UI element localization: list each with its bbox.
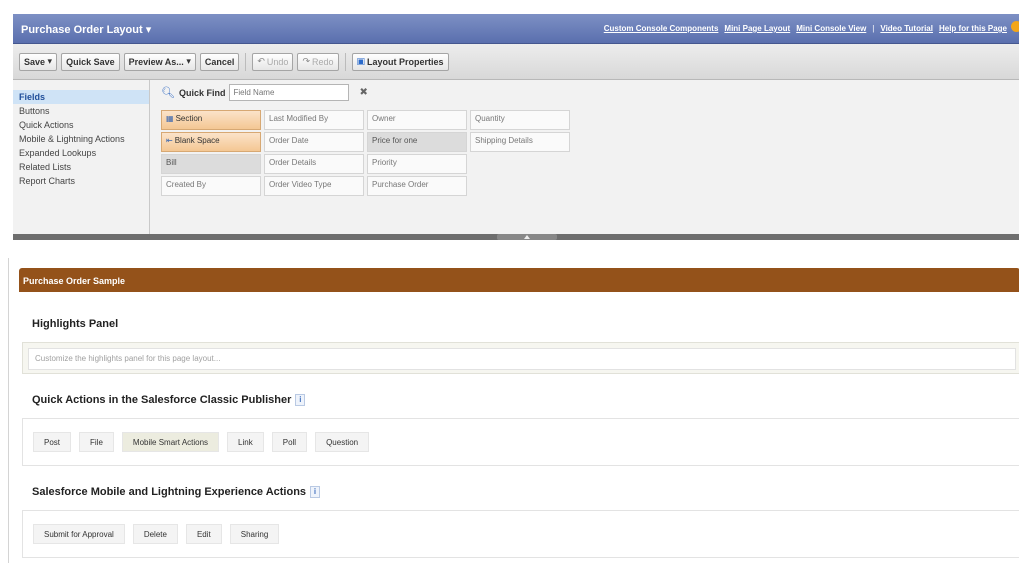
info-icon[interactable]: i	[295, 394, 306, 407]
action-file[interactable]: File	[79, 432, 114, 452]
field-item[interactable]: Shipping Details	[470, 132, 570, 152]
field-label: Section	[175, 114, 203, 123]
action-post[interactable]: Post	[33, 432, 72, 452]
help-icon[interactable]	[1011, 21, 1019, 32]
field-item[interactable]: Created By	[161, 176, 261, 196]
quick-find-label: Quick Find	[178, 87, 226, 98]
field-item[interactable]: Bill	[161, 154, 261, 174]
classic-publisher-title: Quick Actions in the Salesforce Classic …	[32, 394, 306, 407]
redo-icon: ↷	[302, 56, 310, 66]
link-separator: |	[872, 24, 875, 33]
link-custom-console-components[interactable]: Custom Console Components	[604, 24, 719, 33]
layout-properties-button[interactable]: ▣ Layout Properties	[351, 52, 449, 71]
field-item[interactable]: Price for one	[367, 132, 467, 152]
sample-section-header: Purchase Order Sample	[19, 268, 1019, 292]
layout-canvas: Purchase Order Sample Highlights Panel C…	[8, 258, 1019, 563]
chevron-down-icon: ▾	[186, 56, 191, 66]
field-label: Blank Space	[174, 136, 220, 145]
classic-actions-row: Post File Mobile Smart Actions Link Poll…	[33, 432, 370, 452]
link-help-for-this-page[interactable]: Help for this Page	[939, 24, 1007, 33]
highlights-placeholder[interactable]: Customize the highlights panel for this …	[28, 348, 1016, 370]
category-expanded-lookups[interactable]: Expanded Lookups	[13, 146, 149, 160]
undo-button[interactable]: ↶ Undo	[252, 52, 294, 71]
save-button[interactable]: Save ▾	[19, 52, 58, 71]
link-mini-page-layout[interactable]: Mini Page Layout	[724, 24, 790, 33]
category-fields[interactable]: Fields	[13, 90, 149, 104]
info-icon[interactable]: i	[310, 486, 321, 499]
action-question[interactable]: Question	[315, 432, 370, 452]
action-delete[interactable]: Delete	[132, 524, 178, 544]
category-report-charts[interactable]: Report Charts	[13, 174, 149, 188]
section-icon: ▦	[166, 114, 174, 123]
redo-label: Redo	[311, 56, 334, 67]
clear-icon[interactable]: ✖	[359, 87, 367, 98]
field-item[interactable]: Purchase Order	[367, 176, 467, 196]
preview-as-label: Preview As...	[128, 56, 184, 67]
link-video-tutorial[interactable]: Video Tutorial	[880, 24, 933, 33]
action-link[interactable]: Link	[227, 432, 264, 452]
save-label: Save	[24, 56, 46, 67]
field-section[interactable]: ▦ Section	[161, 110, 261, 130]
field-palette: Fields Buttons Quick Actions Mobile & Li…	[13, 80, 1019, 240]
editor-toolbar: Save ▾ Quick Save Preview As... ▾ Cancel…	[13, 44, 1019, 80]
action-mobile-smart-actions[interactable]: Mobile Smart Actions	[121, 432, 220, 452]
quick-save-button[interactable]: Quick Save	[61, 52, 120, 71]
quick-find: 🔍︎ Quick Find ✖	[161, 84, 368, 101]
layout-properties-label: Layout Properties	[367, 56, 444, 67]
field-item[interactable]: Order Details	[264, 154, 364, 174]
category-buttons[interactable]: Buttons	[13, 104, 149, 118]
lightning-actions-title: Salesforce Mobile and Lightning Experien…	[32, 486, 321, 499]
field-blank-space[interactable]: ⇤ Blank Space	[161, 132, 261, 152]
field-item[interactable]: Owner	[367, 110, 467, 130]
blank-space-icon: ⇤	[166, 136, 173, 145]
highlights-panel-title: Highlights Panel	[32, 318, 119, 330]
link-mini-console-view[interactable]: Mini Console View	[796, 24, 866, 33]
preview-as-button[interactable]: Preview As... ▾	[123, 52, 196, 71]
highlights-panel[interactable]: Customize the highlights panel for this …	[22, 342, 1019, 374]
field-item[interactable]: Quantity	[470, 110, 570, 130]
quick-find-input[interactable]	[229, 84, 350, 101]
page-header: Purchase Order Layout ▾ Custom Console C…	[13, 14, 1019, 44]
field-item[interactable]: Order Video Type	[264, 176, 364, 196]
field-grid: ▦ Section Last Modified By Owner Quantity…	[161, 110, 570, 196]
category-mobile-lightning-actions[interactable]: Mobile & Lightning Actions	[13, 132, 149, 146]
toolbar-divider	[245, 52, 247, 71]
action-sharing[interactable]: Sharing	[229, 524, 280, 544]
category-related-lists[interactable]: Related Lists	[13, 160, 149, 174]
properties-icon: ▣	[356, 56, 366, 66]
palette-collapse-handle[interactable]	[497, 234, 557, 240]
redo-button[interactable]: ↷ Redo	[297, 52, 339, 71]
search-icon: 🔍︎	[161, 87, 175, 99]
lightning-actions-title-text: Salesforce Mobile and Lightning Experien…	[32, 486, 307, 498]
action-edit[interactable]: Edit	[185, 524, 222, 544]
toolbar-divider	[344, 52, 346, 71]
field-item[interactable]: Last Modified By	[264, 110, 364, 130]
lightning-actions-row: Submit for Approval Delete Edit Sharing	[33, 524, 280, 544]
chevron-down-icon[interactable]: ▾	[146, 24, 152, 36]
layout-title-text: Purchase Order Layout	[21, 24, 143, 36]
classic-publisher-title-text: Quick Actions in the Salesforce Classic …	[32, 394, 292, 406]
layout-title[interactable]: Purchase Order Layout ▾	[21, 23, 151, 36]
cancel-button[interactable]: Cancel	[199, 52, 240, 71]
category-quick-actions[interactable]: Quick Actions	[13, 118, 149, 132]
classic-actions-box: Post File Mobile Smart Actions Link Poll…	[22, 418, 1019, 466]
palette-categories: Fields Buttons Quick Actions Mobile & Li…	[13, 80, 150, 234]
field-item[interactable]: Order Date	[264, 132, 364, 152]
action-submit-for-approval[interactable]: Submit for Approval	[33, 524, 125, 544]
header-links: Custom Console Components Mini Page Layo…	[604, 24, 1007, 33]
undo-icon: ↶	[257, 56, 265, 66]
lightning-actions-box: Submit for Approval Delete Edit Sharing	[22, 510, 1019, 558]
field-item[interactable]: Priority	[367, 154, 467, 174]
undo-label: Undo	[266, 56, 289, 67]
action-poll[interactable]: Poll	[271, 432, 308, 452]
chevron-down-icon: ▾	[47, 56, 53, 66]
